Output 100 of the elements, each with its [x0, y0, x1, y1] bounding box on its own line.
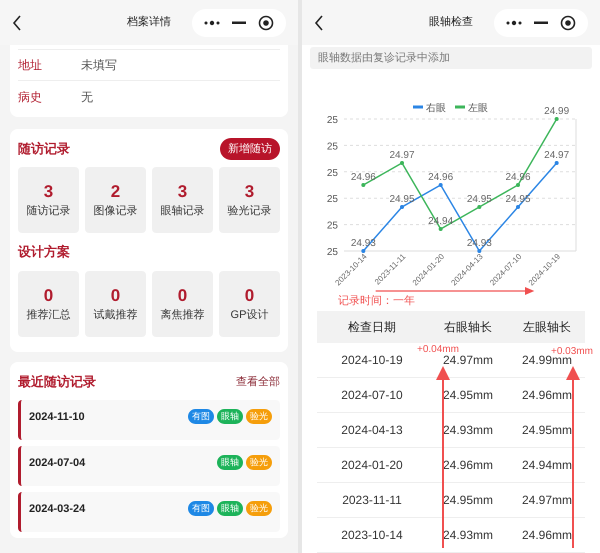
- table-cell-text: 24.96mm: [442, 457, 494, 474]
- view-all-link[interactable]: 查看全部: [236, 374, 280, 390]
- tag: 验光: [246, 409, 272, 424]
- visit-item[interactable]: 2024-07-04 眼轴 验光: [18, 446, 280, 486]
- data-point: [438, 227, 443, 231]
- stat-label: GP设计: [230, 310, 268, 321]
- data-label: 24.99: [544, 106, 570, 117]
- close-icon[interactable]: [560, 14, 576, 30]
- tag: 验光: [246, 501, 272, 516]
- stat-tile[interactable]: 3 验光记录: [219, 167, 280, 233]
- table-cell-text: 24.95mm: [442, 492, 494, 509]
- stat-tile[interactable]: 3 随访记录: [18, 167, 79, 233]
- data-point: [477, 249, 482, 253]
- nav-title: 档案详情: [127, 14, 171, 30]
- visit-date: 2024-11-10: [29, 410, 85, 425]
- data-point: [477, 205, 482, 209]
- stat-count: 3: [44, 183, 54, 200]
- back-icon[interactable]: [12, 14, 22, 30]
- table-cell-text: 24.93mm: [442, 527, 494, 544]
- table-cell-text: 24.94mm: [520, 457, 574, 474]
- legend-label: 右眼: [426, 103, 446, 114]
- minimize-icon[interactable]: [534, 20, 548, 24]
- section-title: 最近随访记录: [18, 373, 96, 392]
- table-cell-text: 2023-10-14: [340, 527, 404, 544]
- y-tick-label: 25: [326, 168, 338, 179]
- table-cell-text: 2024-04-13: [340, 422, 404, 439]
- table-cell-text: 24.93mm: [442, 422, 494, 439]
- y-tick-label: 25: [326, 115, 338, 126]
- visit-date: 2024-03-24: [29, 502, 86, 517]
- column-header: 检查日期: [347, 319, 397, 336]
- data-label: 24.96: [428, 172, 454, 183]
- y-tick-label: 25: [326, 247, 338, 258]
- table-cell-text: 24.96mm: [520, 387, 574, 404]
- data-label: 24.97: [389, 150, 415, 161]
- stat-tile[interactable]: 0 推荐汇总: [18, 271, 79, 337]
- visit-item[interactable]: 2024-11-10 有图 眼轴 验光: [18, 400, 280, 440]
- data-point: [400, 205, 404, 209]
- stat-label: 试戴推荐: [94, 310, 138, 321]
- stat-tile[interactable]: 3 眼轴记录: [152, 167, 213, 233]
- table-cell-text: 24.96mm: [520, 527, 574, 544]
- y-tick-label: 25: [326, 194, 338, 206]
- table-cell-text: 24.97mm: [442, 352, 494, 369]
- column-header: 右眼轴长: [443, 319, 493, 336]
- data-point: [438, 183, 443, 187]
- info-label: 地址: [18, 57, 43, 74]
- tag: 眼轴: [217, 501, 243, 516]
- column-header: 左眼轴长: [522, 319, 572, 336]
- stat-tile[interactable]: 2 图像记录: [85, 167, 146, 233]
- data-point: [400, 161, 404, 165]
- more-icon[interactable]: [204, 20, 220, 26]
- stat-count: 0: [44, 287, 54, 304]
- stat-label: 离焦推荐: [160, 310, 204, 321]
- stat-label: 推荐汇总: [26, 310, 70, 321]
- stat-count: 0: [110, 287, 120, 304]
- data-label: 24.97: [544, 150, 570, 161]
- data-point: [361, 183, 366, 187]
- stat-count: 3: [244, 183, 254, 200]
- tag: 有图: [188, 409, 214, 424]
- data-point: [516, 183, 520, 187]
- stat-label: 随访记录: [26, 206, 70, 217]
- more-icon[interactable]: [506, 20, 522, 26]
- y-tick-label: 25: [326, 141, 338, 152]
- table-cell-text: 24.95mm: [442, 387, 494, 404]
- stat-label: 眼轴记录: [160, 206, 204, 217]
- section-title: 设计方案: [18, 243, 70, 262]
- notice-text: 眼轴数据由复诊记录中添加: [318, 50, 450, 66]
- data-label: 24.95: [466, 194, 492, 205]
- tag: 有图: [188, 501, 214, 516]
- table-cell-text: 2023-11-11: [341, 492, 403, 509]
- stat-tile[interactable]: 0 试戴推荐: [85, 271, 146, 337]
- data-point: [554, 161, 559, 165]
- y-tick-label: 25: [326, 220, 338, 232]
- stat-tile[interactable]: 0 离焦推荐: [152, 271, 213, 337]
- tag: 眼轴: [217, 409, 243, 424]
- data-point: [361, 249, 366, 253]
- minimize-icon[interactable]: [232, 20, 246, 24]
- tag: 眼轴: [217, 455, 243, 470]
- stat-count: 0: [244, 287, 254, 304]
- back-icon[interactable]: [314, 14, 324, 30]
- table-cell-text: 2024-10-19: [340, 352, 404, 369]
- visit-item[interactable]: 2024-03-24 有图 眼轴 验光: [18, 492, 280, 532]
- table-cell-text: 2024-07-10: [340, 387, 404, 404]
- data-point: [554, 117, 559, 121]
- tag: 验光: [246, 455, 272, 470]
- stat-count: 2: [110, 183, 120, 200]
- stat-label: 验光记录: [228, 206, 272, 217]
- add-followup-button[interactable]: 新增随访: [220, 138, 280, 160]
- stat-count: 3: [178, 183, 188, 200]
- data-label: 24.96: [350, 172, 376, 183]
- info-value: 未填写: [81, 57, 117, 74]
- info-label: 病史: [18, 88, 43, 106]
- data-point: [516, 205, 520, 209]
- legend-label: 左眼: [468, 103, 488, 114]
- visit-date: 2024-07-04: [29, 456, 86, 471]
- section-title: 随访记录: [18, 140, 70, 158]
- time-note: 记录时间：一年: [338, 295, 416, 308]
- table-cell-text: 24.97mm: [520, 492, 574, 509]
- close-icon[interactable]: [258, 14, 274, 30]
- table-cell-text: 24.95mm: [520, 422, 574, 439]
- stat-tile[interactable]: 0 GP设计: [219, 271, 280, 337]
